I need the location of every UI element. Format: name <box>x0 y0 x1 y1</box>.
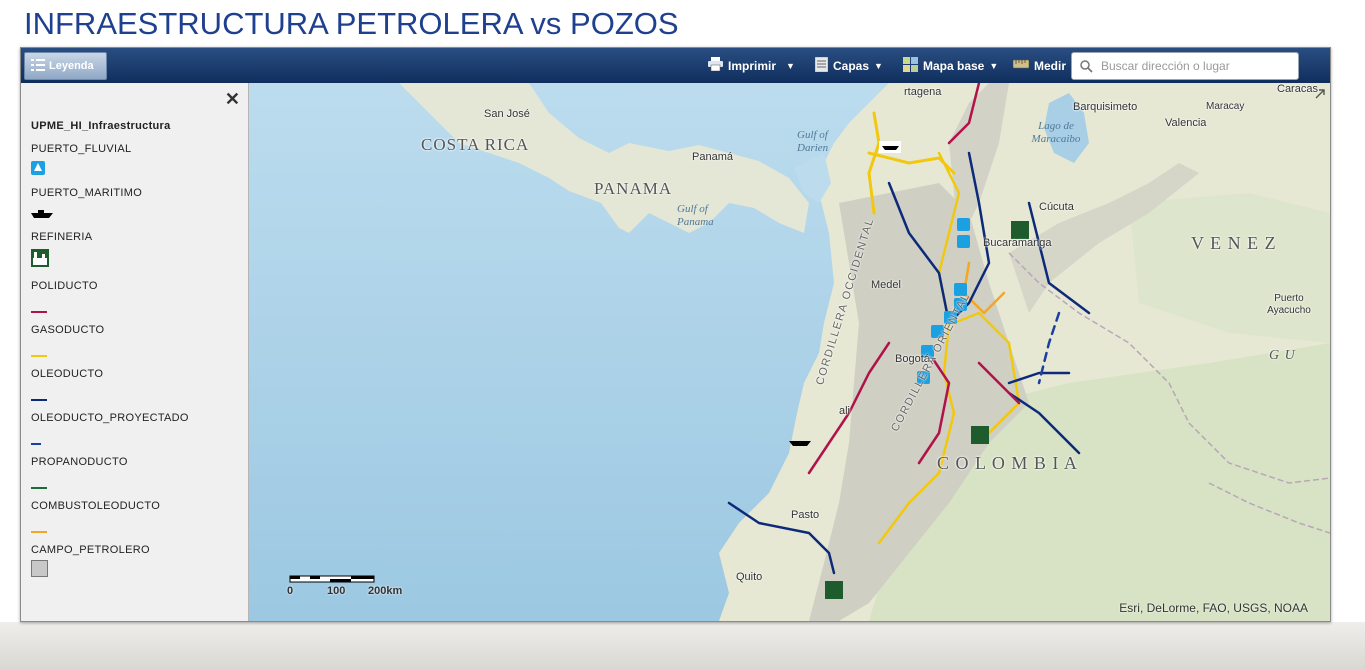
legend-item-gasoducto: GASODUCTO <box>31 324 105 336</box>
print-button[interactable]: Imprimir ▼ <box>708 48 795 83</box>
legend-panel: ✕ UPME_HI_Infraestructura PUERTO_FLUVIAL… <box>21 83 249 621</box>
map-label-barquisimeto: Barquisimeto <box>1073 101 1138 113</box>
basemap-label: Mapa base <box>923 58 985 73</box>
map-view[interactable]: COSTA RICA PANAMA V E N E Z C O L O M B … <box>249 83 1330 621</box>
page-footer-band <box>0 622 1365 670</box>
map-label-costa-rica: COSTA RICA <box>421 135 530 154</box>
river-port-icon <box>31 161 45 180</box>
legend-item-refineria: REFINERIA <box>31 231 93 243</box>
map-label-cucuta: Cúcuta <box>1039 201 1074 213</box>
expand-icon[interactable] <box>1314 87 1326 105</box>
map-label-maracay: Maracay <box>1206 101 1245 112</box>
ruler-icon <box>1012 58 1030 73</box>
legend-toggle-label: Leyenda <box>49 60 94 72</box>
map-label-caracas: Caracas <box>1277 83 1318 95</box>
legend-item-oleoducto: OLEODUCTO <box>31 368 104 380</box>
map-label-lago-de-maracaibo: Lago de Maracaibo <box>1031 120 1081 145</box>
map-label-medellin: Medel <box>871 279 901 291</box>
chevron-down-icon: ▼ <box>786 60 795 71</box>
legend-item-poliducto: POLIDUCTO <box>31 280 98 292</box>
oleoducto-proyectado-line-swatch <box>31 433 47 451</box>
map-label-panama-city: Panamá <box>692 151 733 163</box>
basemap-grid-icon <box>903 56 918 75</box>
page-title: INFRAESTRUCTURA PETROLERA vs POZOS <box>24 6 679 41</box>
legend-item-propanoducto: PROPANODUCTO <box>31 456 128 468</box>
close-icon[interactable]: ✕ <box>225 89 240 110</box>
legend-item-combustoleoducto: COMBUSTOLEODUCTO <box>31 500 161 512</box>
map-label-valencia: Valencia <box>1165 117 1207 129</box>
printer-icon <box>708 57 723 74</box>
scale-label-100: 100 <box>327 585 346 597</box>
map-label-colombia: C O L O M B I A <box>937 453 1078 473</box>
scale-label-200: 200km <box>368 585 403 597</box>
combustoleoducto-line-swatch <box>31 521 47 539</box>
map-label-quito: Quito <box>736 571 763 583</box>
propanoducto-line-swatch <box>31 477 47 495</box>
map-basemap <box>249 83 1330 621</box>
scale-bar: 0 100 200km <box>287 575 402 599</box>
search-icon[interactable] <box>1080 59 1093 73</box>
ship-icon <box>31 206 53 224</box>
map-label-gu: G U <box>1269 348 1296 363</box>
legend-layer-title: UPME_HI_Infraestructura <box>31 120 171 132</box>
measure-label: Medir <box>1034 58 1067 73</box>
gasoducto-line-swatch <box>31 345 47 363</box>
legend-item-puerto-fluvial: PUERTO_FLUVIAL <box>31 143 132 155</box>
map-label-gulf-of-panama: Gulf of Panama <box>677 203 714 228</box>
map-label-bucaramanga: Bucaramanga <box>983 237 1052 249</box>
map-app-frame: Leyenda Imprimir ▼ Capas ▼ Mapa base ▼ M… <box>20 47 1331 622</box>
scale-label-0: 0 <box>287 585 294 597</box>
oleoducto-line-swatch <box>31 389 47 407</box>
legend-item-oleoducto-proyectado: OLEODUCTO_PROYECTADO <box>31 412 189 424</box>
map-label-gulf-of-darien: Gulf of Darien <box>797 129 829 154</box>
map-label-cali: ali <box>839 405 851 417</box>
legend-item-puerto-maritimo: PUERTO_MARITIMO <box>31 187 143 199</box>
print-label: Imprimir <box>728 58 777 73</box>
legend-item-campo-petrolero: CAMPO_PETROLERO <box>31 544 150 556</box>
map-label-panama-country: PANAMA <box>594 179 673 198</box>
legend-toggle-button[interactable]: Leyenda <box>24 52 107 80</box>
map-label-pasto: Pasto <box>791 509 820 521</box>
refinery-icon <box>31 249 49 272</box>
layers-icon <box>814 56 829 75</box>
basemap-button[interactable]: Mapa base ▼ <box>903 48 998 83</box>
map-label-san-jose: San José <box>484 108 530 120</box>
search-box <box>1071 52 1299 80</box>
measure-button[interactable]: Medir <box>1012 48 1067 83</box>
map-label-venezuela: V E N E Z <box>1191 233 1277 253</box>
campo-petrolero-polygon-swatch <box>31 560 48 582</box>
poliducto-line-swatch <box>31 301 47 319</box>
map-attribution: Esri, DeLorme, FAO, USGS, NOAA <box>1119 601 1308 615</box>
list-icon <box>31 58 45 75</box>
chevron-down-icon: ▼ <box>989 60 999 71</box>
search-input[interactable] <box>1099 58 1293 74</box>
map-label-cartagena: rtagena <box>904 86 942 98</box>
layers-button[interactable]: Capas ▼ <box>814 48 883 83</box>
chevron-down-icon: ▼ <box>874 60 883 71</box>
map-label-puerto-ayacucho: Puerto Ayacucho <box>1267 293 1311 316</box>
toolbar: Leyenda Imprimir ▼ Capas ▼ Mapa base ▼ M… <box>21 48 1330 83</box>
layers-label: Capas <box>833 58 870 73</box>
